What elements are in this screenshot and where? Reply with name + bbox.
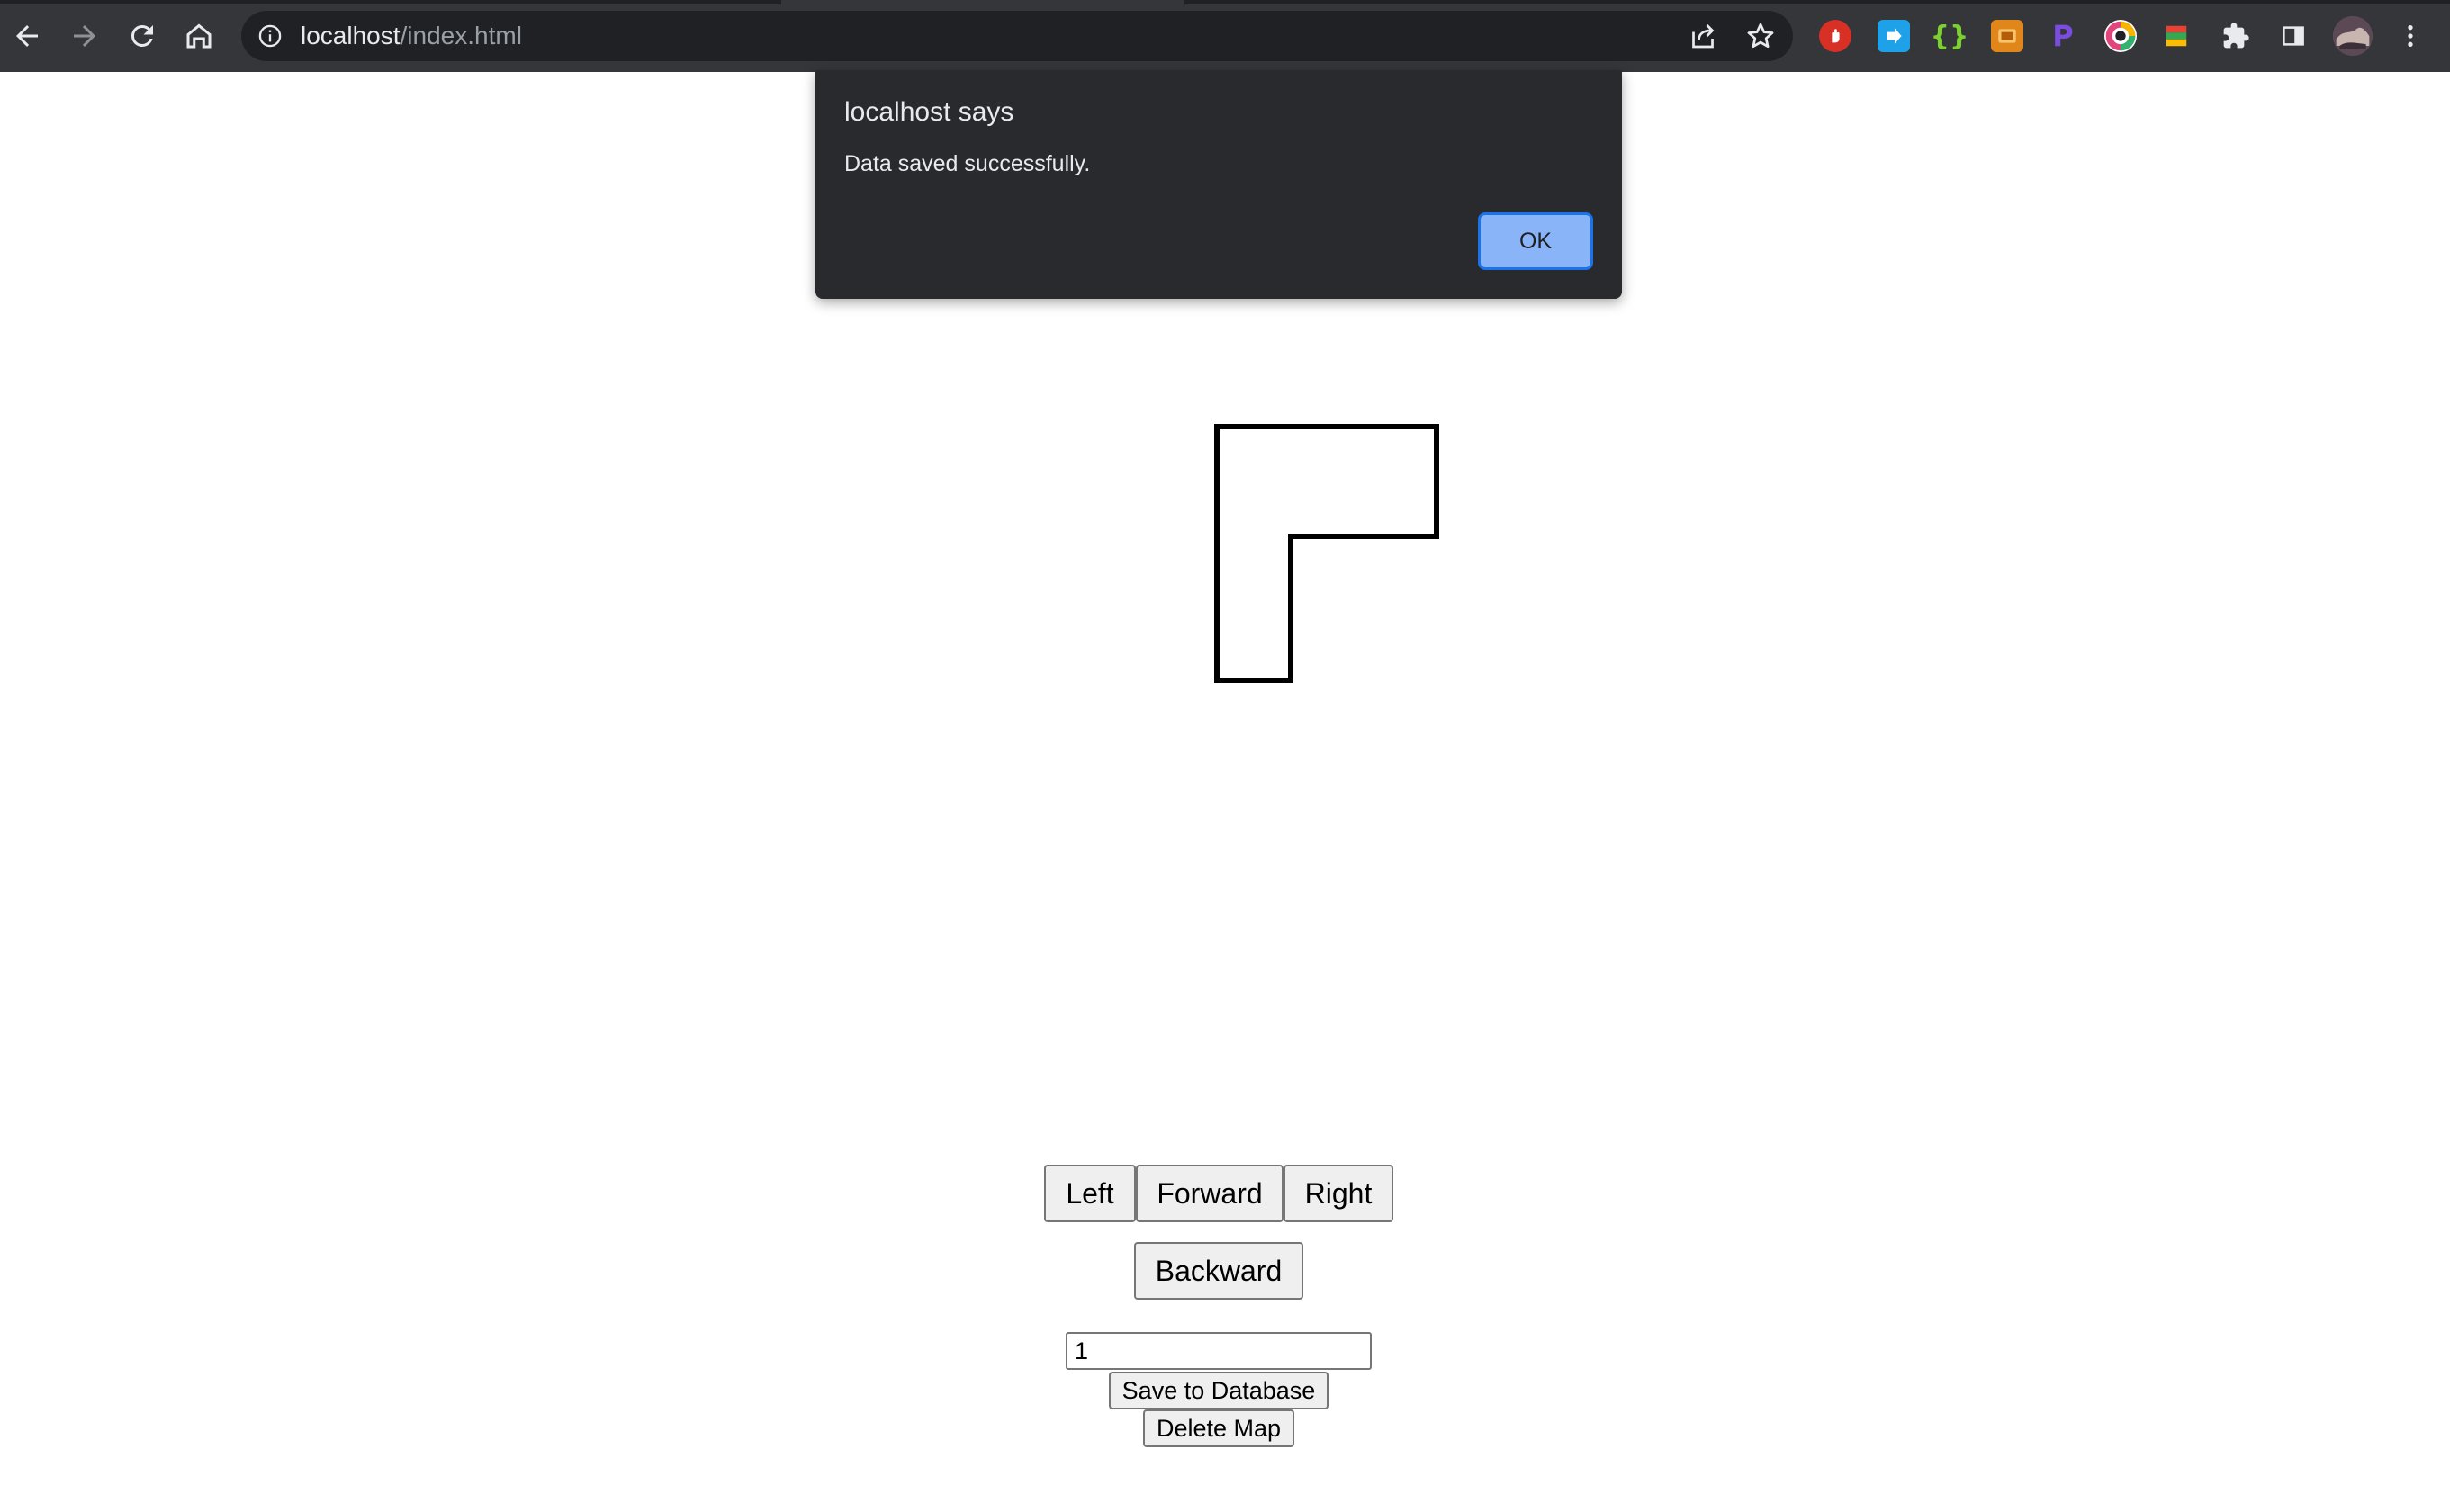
robot-path <box>1214 424 1439 683</box>
side-panel-icon[interactable] <box>2277 20 2310 52</box>
save-to-database-button[interactable]: Save to Database <box>1109 1372 1329 1409</box>
left-button[interactable]: Left <box>1044 1165 1136 1222</box>
reload-icon <box>131 24 153 47</box>
tab-strip <box>1184 0 2450 4</box>
right-button[interactable]: Right <box>1284 1165 1393 1222</box>
address-bar[interactable]: localhost/index.html <box>241 11 1793 61</box>
info-icon[interactable] <box>257 23 283 49</box>
backward-button[interactable]: Backward <box>1134 1242 1303 1300</box>
folder-icon <box>1998 29 2016 43</box>
arrow-extension-icon[interactable] <box>1878 20 1910 52</box>
url-text[interactable]: localhost/index.html <box>301 22 522 50</box>
arrow-left-icon <box>16 25 38 47</box>
color-ring-extension-icon[interactable] <box>2104 20 2137 52</box>
hand-icon <box>1832 29 1840 43</box>
delete-map-button[interactable]: Delete Map <box>1143 1409 1294 1447</box>
reload-button[interactable] <box>117 11 167 61</box>
share-icon[interactable] <box>1687 20 1719 52</box>
json-extension-icon[interactable]: {} <box>1931 20 1969 52</box>
avatar[interactable] <box>2333 16 2373 56</box>
url-host: localhost <box>301 22 401 50</box>
map-canvas <box>1214 424 1439 683</box>
arrow-box-icon <box>1887 28 1902 44</box>
p-extension-icon[interactable]: P <box>2047 19 2079 53</box>
tab-strip <box>0 0 781 4</box>
puzzle-icon[interactable] <box>2220 20 2252 52</box>
browser-toolbar: localhost/index.html {} P <box>0 0 2450 72</box>
dialog-title: localhost says <box>844 97 1014 127</box>
profile-avatar-icon <box>2333 16 2373 56</box>
ok-button[interactable]: OK <box>1478 212 1593 270</box>
arrow-right-icon <box>74 25 95 47</box>
dialog-message: Data saved successfully. <box>844 151 1091 176</box>
alert-dialog: localhost says Data saved successfully. … <box>815 70 1622 299</box>
home-icon <box>186 23 212 49</box>
stack-extension-icon[interactable] <box>2160 20 2193 52</box>
ring-icon <box>2105 21 2136 51</box>
back-button[interactable] <box>2 11 52 61</box>
kebab-menu-icon[interactable] <box>2394 20 2427 52</box>
forward-button[interactable] <box>59 11 110 61</box>
map-id-input[interactable] <box>1066 1332 1372 1370</box>
camera-extension-icon[interactable] <box>1991 20 2023 52</box>
star-icon[interactable] <box>1744 20 1777 52</box>
forward-button[interactable]: Forward <box>1136 1165 1284 1222</box>
home-button[interactable] <box>174 11 224 61</box>
adblock-extension-icon[interactable] <box>1819 20 1851 52</box>
stack-icon <box>2166 25 2187 47</box>
url-path: /index.html <box>400 22 522 50</box>
